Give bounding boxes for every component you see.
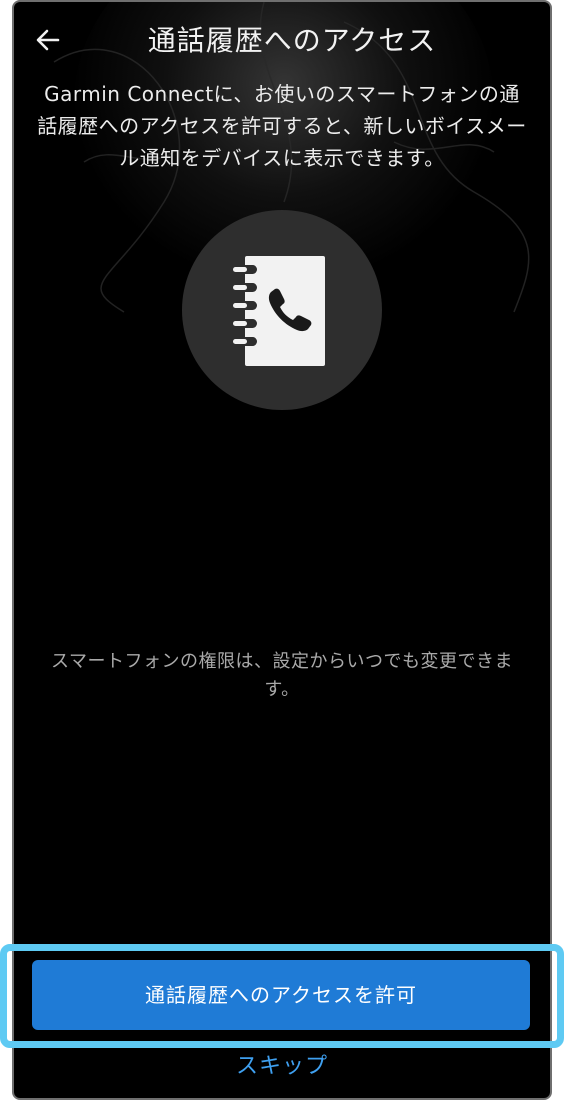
top-app-bar: 通話履歴へのアクセス	[14, 14, 550, 66]
call-log-icon-badge	[182, 210, 382, 410]
back-button[interactable]	[32, 24, 64, 56]
permission-settings-note: スマートフォンの権限は、設定からいつでも変更できます。	[51, 651, 513, 700]
skip-button[interactable]: スキップ	[0, 1052, 564, 1082]
arrow-left-icon	[36, 29, 60, 51]
page-title: 通話履歴へのアクセス	[147, 24, 437, 57]
call-log-notebook-phone-icon	[233, 256, 325, 366]
allow-call-log-access-button[interactable]: 通話履歴へのアクセスを許可	[32, 960, 530, 1030]
app-screen: 通話履歴へのアクセス Garmin Connectに、お使いのスマートフォンの通…	[12, 0, 552, 1100]
access-description: Garmin Connectに、お使いのスマートフォンの通話履歴へのアクセスを許…	[37, 82, 527, 170]
